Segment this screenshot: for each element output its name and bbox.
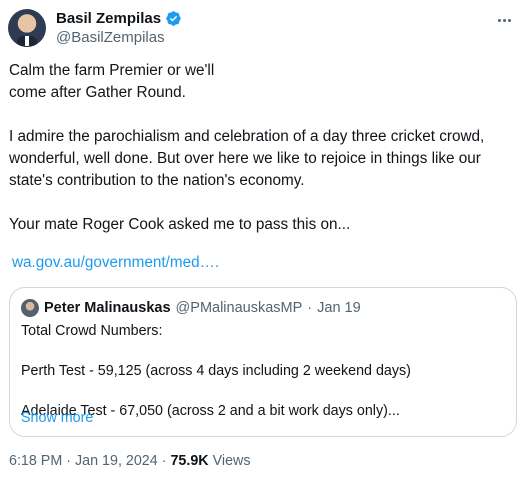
views-count: 75.9K: [170, 453, 209, 469]
quote-body: Total Crowd Numbers: Perth Test - 59,125…: [21, 321, 511, 421]
footer-separator: ·: [161, 453, 167, 469]
quote-header: Peter Malinauskas @PMalinauskasMP · Jan …: [21, 299, 361, 317]
quote-avatar: [21, 299, 39, 317]
display-name[interactable]: Basil Zempilas: [56, 10, 161, 27]
tweet-link[interactable]: wa.gov.au/government/med….: [12, 254, 219, 272]
quoted-tweet-card[interactable]: Peter Malinauskas @PMalinauskasMP · Jan …: [9, 287, 517, 437]
tweet-line: Calm the farm Premier or we'll: [9, 62, 215, 79]
tweet-header: Basil Zempilas @BasilZempilas: [8, 8, 519, 48]
quote-author-handle: @PMalinauskasMP: [175, 300, 303, 316]
tweet-line: I admire the parochialism and celebratio…: [9, 128, 485, 145]
footer-separator: ·: [66, 453, 72, 469]
quote-line: Adelaide Test - 67,050 (across 2 and a b…: [21, 403, 400, 419]
quote-line: Perth Test - 59,125 (across 4 days inclu…: [21, 363, 411, 379]
tweet-line: Your mate Roger Cook asked me to pass th…: [9, 216, 351, 233]
tweet-date[interactable]: Jan 19, 2024: [75, 453, 158, 469]
tweet-footer: 6:18 PM · Jan 19, 2024 · 75.9K Views: [9, 453, 251, 469]
display-name-row: Basil Zempilas: [56, 9, 182, 28]
tweet-text: Calm the farm Premier or we'll come afte…: [9, 60, 519, 236]
verified-badge-icon: [166, 11, 181, 26]
quote-line: Total Crowd Numbers:: [21, 323, 163, 339]
author-names: Basil Zempilas @BasilZempilas: [56, 9, 182, 46]
more-options-icon[interactable]: [493, 10, 515, 30]
quote-separator: ·: [307, 300, 313, 316]
quote-date: Jan 19: [317, 300, 361, 316]
tweet-line: come after Gather Round.: [9, 84, 186, 101]
quote-author-name: Peter Malinauskas: [44, 300, 171, 316]
avatar[interactable]: [8, 9, 46, 47]
tweet-time[interactable]: 6:18 PM: [9, 453, 62, 469]
show-more-link[interactable]: Show more: [21, 410, 93, 426]
tweet-line: wonderful, well done. But over here we l…: [9, 150, 481, 167]
author-handle[interactable]: @BasilZempilas: [56, 29, 182, 46]
tweet-line: state's contribution to the nation's eco…: [9, 172, 305, 189]
views-label: Views: [212, 453, 251, 469]
